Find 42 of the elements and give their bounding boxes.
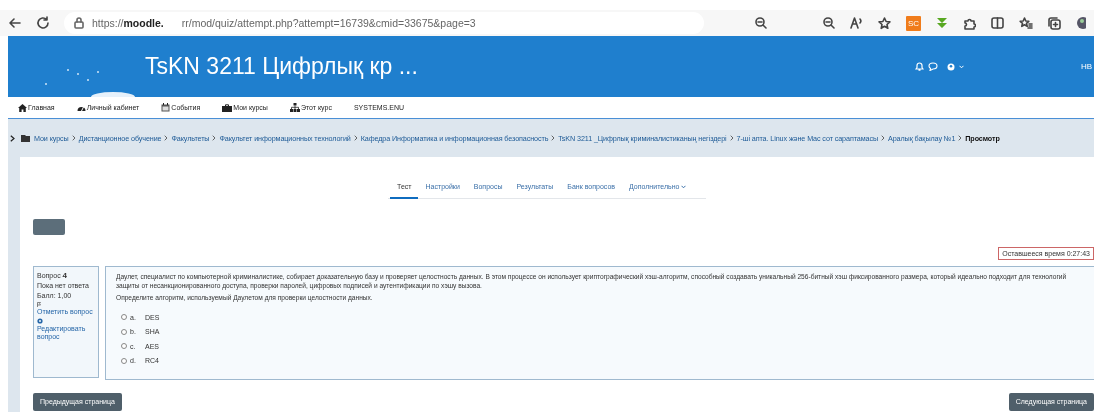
- chevron-icon: [71, 135, 76, 141]
- zoom-out-icon[interactable]: [754, 17, 767, 29]
- url-text: https://moodle.: [92, 17, 164, 29]
- download-arrow-icon[interactable]: [936, 17, 948, 29]
- chevron-icon: [729, 135, 734, 141]
- chevron-icon: [212, 135, 217, 141]
- extensions-icon[interactable]: [963, 16, 976, 30]
- chevron-icon: [551, 135, 556, 141]
- user-avatar-icon[interactable]: [947, 62, 955, 71]
- chevron-icon: [353, 135, 358, 141]
- profile-avatar-icon[interactable]: [1076, 16, 1086, 30]
- chat-icon[interactable]: [928, 62, 938, 71]
- chevron-icon: [958, 135, 963, 141]
- folder-icon: [21, 134, 31, 142]
- radio-button[interactable]: [121, 328, 127, 335]
- user-initials: НВ: [1080, 62, 1092, 71]
- radio-button[interactable]: [121, 314, 127, 321]
- read-aloud-icon[interactable]: [849, 17, 863, 29]
- star-icon[interactable]: [877, 16, 891, 30]
- split-screen-icon[interactable]: [991, 17, 1004, 29]
- home-icon: [18, 103, 27, 112]
- flag-icon: [37, 302, 41, 308]
- course-title: TsKN 3211 Цифрлық кр ...: [145, 53, 418, 80]
- sitemap-icon: [289, 103, 300, 112]
- radio-button[interactable]: [121, 343, 127, 350]
- reload-icon[interactable]: [36, 16, 50, 30]
- lock-icon[interactable]: [74, 17, 84, 29]
- radio-button[interactable]: [121, 357, 127, 364]
- bell-icon[interactable]: [915, 62, 924, 71]
- gear-icon: [37, 318, 43, 325]
- briefcase-icon: [222, 103, 233, 112]
- chevron-icon: [164, 135, 169, 141]
- chevron-icon: [881, 135, 886, 141]
- back-icon[interactable]: [8, 16, 22, 30]
- caret-icon[interactable]: [959, 64, 964, 69]
- favorites-icon[interactable]: [1019, 16, 1033, 30]
- address-bar[interactable]: https://moodle. rr/mod/quiz/attempt.php?attempt=16739&cmid=33675&page=3: [64, 12, 704, 34]
- url-text: rr/mod/quiz/attempt.php?attempt=16739&cmid=33675&page=3: [181, 17, 476, 29]
- calendar-icon: [161, 103, 171, 112]
- chevron-icon[interactable]: [10, 134, 15, 142]
- collections-icon[interactable]: [1048, 16, 1061, 30]
- zoom-out-icon[interactable]: [822, 17, 835, 29]
